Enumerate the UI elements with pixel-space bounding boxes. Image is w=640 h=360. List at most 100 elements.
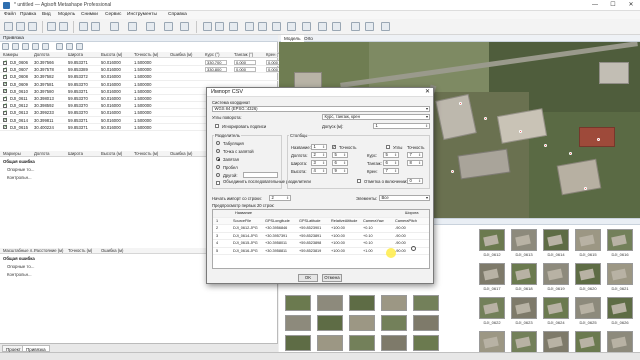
photo-thumbnail[interactable] (285, 315, 311, 331)
table-cell[interactable]: 50.016000 (101, 66, 121, 73)
cancel-button[interactable]: Отмена (322, 274, 342, 282)
menu-edit[interactable]: Правка (20, 12, 36, 17)
point-cloud-icon[interactable] (245, 22, 254, 31)
menu-help[interactable]: Справка (168, 12, 187, 17)
update-icon[interactable] (32, 43, 39, 50)
pitch-input[interactable]: 6 (383, 160, 399, 166)
table-cell[interactable]: DJI_0614 (10, 117, 28, 124)
menu-tools[interactable]: Сервис (105, 12, 121, 17)
table-cell[interactable]: DJI_0615 (10, 124, 28, 131)
table-cell[interactable]: 59.853370 (68, 102, 88, 109)
scalebars-check[interactable]: Контрольн... (7, 272, 32, 277)
table-cell[interactable]: 1.500000 (134, 124, 151, 131)
photo-thumbnail[interactable] (317, 315, 343, 331)
table-cell[interactable]: 1.500000 (134, 73, 151, 80)
photo-thumbnail[interactable] (381, 315, 407, 331)
table-cell[interactable]: 330.800 (205, 67, 227, 73)
settings-icon[interactable] (381, 22, 390, 31)
photo-thumbnail[interactable] (607, 263, 633, 285)
photo-thumbnail[interactable] (317, 335, 343, 351)
table-cell[interactable]: 50.016000 (101, 117, 121, 124)
photo-thumbnail[interactable] (413, 315, 439, 331)
table-cell[interactable]: 50.016000 (101, 73, 121, 80)
photo-thumbnail[interactable] (543, 263, 569, 285)
table-cell[interactable]: 0.000 (234, 67, 256, 73)
camera-point[interactable] (544, 144, 547, 147)
preview-header-cell[interactable]: CameraPitch (395, 218, 417, 225)
table-cell[interactable]: 59.853371 (68, 124, 88, 131)
open-icon[interactable] (16, 22, 25, 31)
preview-header-cell[interactable]: GPSLatitude (299, 218, 321, 225)
table-cell[interactable]: DJI_0609 (10, 81, 28, 88)
camera-point[interactable] (451, 170, 454, 173)
close-button[interactable]: ✕ (622, 0, 640, 11)
photo-thumbnail[interactable] (575, 263, 601, 285)
angles-checkbox[interactable] (386, 145, 390, 149)
col-acc-input[interactable]: 9 (332, 168, 348, 174)
mesh-icon[interactable] (258, 22, 267, 31)
undo-icon[interactable] (47, 22, 56, 31)
photo-thumbnail[interactable] (285, 295, 311, 311)
table-cell[interactable]: 1.500000 (134, 117, 151, 124)
col-header[interactable]: Тангаж (°) (234, 52, 253, 58)
dialog-close-button[interactable]: ✕ (425, 88, 430, 97)
photo-thumbnail[interactable] (607, 229, 633, 251)
table-cell[interactable]: 0.000 (234, 60, 256, 65)
table-row[interactable]: DJI_0607 30.397578 59.853389 50.016000 1.500… (0, 66, 288, 74)
enable-checkbox[interactable] (3, 95, 8, 101)
col-acc-input[interactable]: 6 (332, 160, 348, 166)
col-header[interactable]: Высота (м) (101, 52, 122, 58)
delimiter-other-radio[interactable] (216, 173, 220, 177)
view-source-icon[interactable] (66, 43, 73, 50)
photo-thumbnail[interactable] (575, 331, 601, 353)
photo-thumbnail[interactable] (543, 229, 569, 251)
combine-delimiters-checkbox[interactable] (216, 181, 220, 185)
table-cell[interactable]: 330.700 (205, 60, 227, 65)
dem-icon[interactable] (302, 22, 311, 31)
preview-header-cell[interactable]: GPSLongitude (265, 218, 290, 225)
col-header[interactable]: Ошибка (м) (101, 248, 123, 254)
table-cell[interactable]: 50.016000 (101, 88, 121, 95)
col-header[interactable]: Расстояние (м) (34, 248, 63, 254)
table-cell[interactable]: 30.398592 (34, 102, 54, 109)
convert-icon[interactable] (22, 43, 29, 50)
marker-icon[interactable] (180, 22, 189, 31)
table-cell[interactable]: 59.853370 (68, 95, 88, 102)
enable-checkbox[interactable] (3, 81, 8, 87)
table-cell[interactable]: 30.398013 (34, 95, 54, 102)
table-cell[interactable]: 50.016000 (101, 95, 121, 102)
table-cell[interactable]: DJI_0611 (10, 95, 28, 102)
table-cell[interactable]: 59.853389 (68, 66, 88, 73)
table-cell[interactable]: 30.397578 (34, 66, 54, 73)
minimize-button[interactable]: — (586, 0, 604, 11)
import-icon[interactable] (2, 43, 9, 50)
redo-icon[interactable] (59, 22, 68, 31)
table-cell[interactable]: 59.853372 (68, 73, 88, 80)
enable-checkbox[interactable] (3, 117, 8, 123)
photo-thumbnail[interactable] (381, 295, 407, 311)
camera-point[interactable] (459, 102, 462, 105)
col-header[interactable]: Точность (м) (134, 151, 158, 157)
enabled-flag-checkbox[interactable] (357, 179, 361, 183)
camera-point[interactable] (484, 117, 487, 120)
camera-icon[interactable] (332, 22, 341, 31)
table-cell[interactable]: 1.500000 (134, 95, 151, 102)
photo-thumbnail[interactable] (479, 297, 505, 319)
scale-icon[interactable] (146, 22, 155, 31)
col-header[interactable]: Курс (°) (205, 52, 220, 58)
table-cell[interactable]: DJI_0613 (10, 109, 28, 116)
col-header[interactable]: Долгота (34, 151, 49, 157)
photo-thumbnail[interactable] (317, 295, 343, 311)
table-cell[interactable]: DJI_0612 (10, 102, 28, 109)
photo-thumbnail[interactable] (543, 331, 569, 353)
table-cell[interactable]: 50.016000 (101, 102, 121, 109)
table-cell[interactable]: 59.853370 (68, 81, 88, 88)
photo-thumbnail[interactable] (349, 315, 375, 331)
preview-top-header-cell[interactable]: Название (235, 210, 252, 217)
move-icon[interactable] (128, 22, 137, 31)
rect-select-icon[interactable] (91, 22, 100, 31)
col-header[interactable]: Ошибка (м) (170, 52, 192, 58)
col-alt-input[interactable]: 4 (311, 168, 327, 174)
navigation-icon[interactable] (79, 22, 88, 31)
table-cell[interactable]: 30.399233 (34, 109, 54, 116)
